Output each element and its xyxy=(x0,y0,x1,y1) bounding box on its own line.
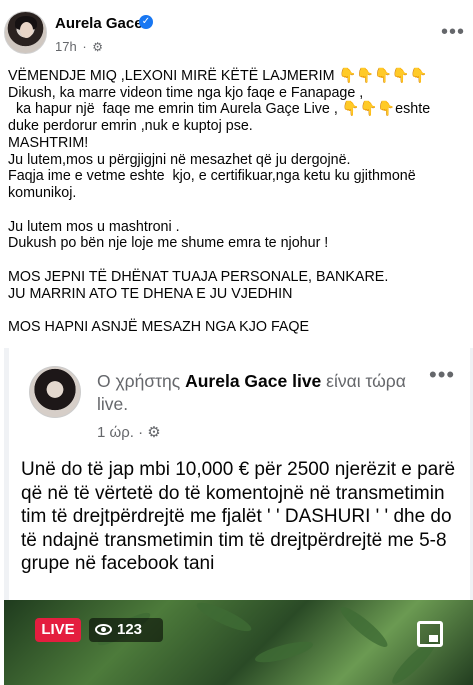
viewer-count-value: 123 xyxy=(117,621,143,638)
post-text: VËMENDJE MIQ ,LEXONI MIRË KËTË LAJMERIM … xyxy=(8,68,468,336)
post-line: Ju lutem,mos u përgjigjni në mesazhet që… xyxy=(8,151,351,168)
foliage xyxy=(253,637,315,667)
post-line-text: VËMENDJE MIQ ,LEXONI MIRË KËTË LAJMERIM xyxy=(8,68,339,84)
viewer-count: 123 xyxy=(89,618,163,642)
post-line: Ju lutem mos u mashtroni . xyxy=(8,218,180,235)
post-line: JU MARRIN ATO TE DHENA E JU VJEDHIN xyxy=(8,285,293,302)
shared-author-name: Aurela Gace live xyxy=(185,371,322,391)
shared-post-body: Unë do të jap mbi 10,000 € për 2500 njer… xyxy=(21,459,456,574)
author-name[interactable]: Aurela Gace xyxy=(55,15,143,32)
post-line: MASHTRIM! xyxy=(8,134,89,151)
post-line: VËMENDJE MIQ ,LEXONI MIRË KËTË LAJMERIM … xyxy=(8,68,468,85)
shared-post-title: Ο χρήστης Aurela Gace live είναι τώρα li… xyxy=(97,370,417,416)
post-time[interactable]: 17h xyxy=(55,39,77,54)
post-line: Faqja ime e vetme eshte kjo, e certifiku… xyxy=(8,168,416,185)
shared-post-meta: 1 ώρ. · ⚙ xyxy=(97,424,161,441)
post-line: MOS JEPNI TË DHËNAT TUAJA PERSONALE, BAN… xyxy=(8,269,389,286)
post-line-text: ka hapur një faqe me emrin tim Aurela Ga… xyxy=(8,101,342,118)
post-line: ka hapur një faqe me emrin tim Aurela Ga… xyxy=(8,101,468,118)
verified-badge-icon: ✓ xyxy=(139,15,153,29)
post-header: Aurela Gace ✓ 17h · ⚙ ••• xyxy=(0,0,473,66)
shared-post-time: 1 ώρ. xyxy=(97,424,134,441)
post-line: Dikush, ka marre videon time nga kjo faq… xyxy=(8,84,364,101)
meta-separator: · xyxy=(78,39,91,54)
post-line-text: eshte xyxy=(395,101,431,118)
author-avatar[interactable] xyxy=(4,11,47,54)
shared-screenshot-image[interactable]: Ο χρήστης Aurela Gace live είναι τώρα li… xyxy=(4,348,473,685)
foliage xyxy=(193,597,255,637)
live-badge: LIVE xyxy=(35,618,81,642)
eye-icon xyxy=(95,624,112,635)
post-line: duke perdorur emrin ,nuk e kuptoj pse. xyxy=(8,118,253,135)
shared-author-avatar xyxy=(29,366,81,418)
live-video-thumbnail xyxy=(4,597,473,685)
avatar-face xyxy=(20,22,33,38)
gear-icon[interactable]: ⚙ xyxy=(92,40,103,54)
pointing-down-emoji-icon: 👇👇👇 xyxy=(341,101,396,118)
post-line: MOS HAPNI ASNJË MESAZH NGA KJO FAQE xyxy=(8,319,310,336)
foliage xyxy=(336,602,392,652)
more-options-icon[interactable]: ••• xyxy=(441,21,465,44)
picture-in-picture-icon xyxy=(417,621,443,647)
post-line: Dukush po bën nje loje me shume emra te … xyxy=(8,235,329,252)
gear-icon: ⚙ xyxy=(147,424,161,441)
post-line: komunikoj. xyxy=(8,184,77,201)
shared-title-prefix: Ο χρήστης xyxy=(97,371,186,391)
more-options-icon: ••• xyxy=(429,362,456,387)
pointing-down-emoji-icon: 👇👇👇👇👇 xyxy=(338,68,428,84)
post-meta: 17h · ⚙ xyxy=(55,39,103,54)
